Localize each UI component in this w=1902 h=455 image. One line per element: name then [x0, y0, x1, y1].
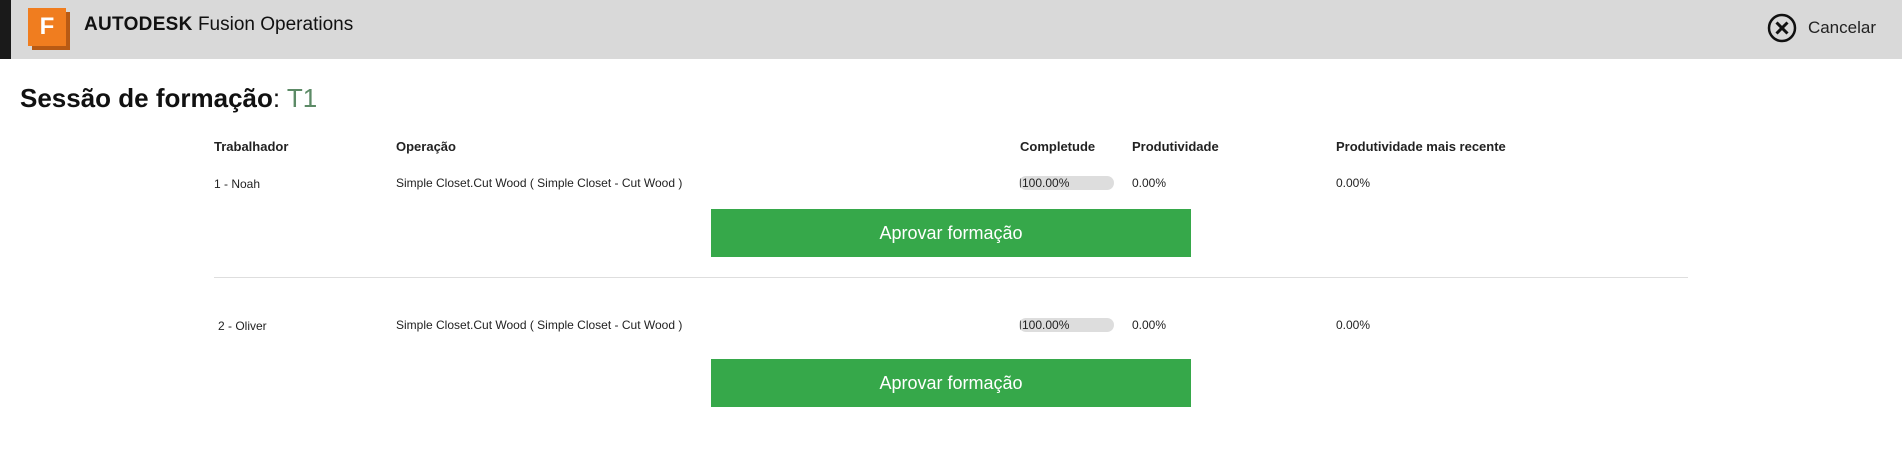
- row-recent-productivity: 0.00%: [1336, 318, 1371, 332]
- column-header-productivity: Produtividade: [1132, 139, 1219, 154]
- row-worker: 2 - Oliver: [218, 319, 267, 333]
- window-edge: [0, 0, 11, 59]
- row-recent-productivity: 0.00%: [1336, 176, 1371, 190]
- brand-product: Fusion Operations: [192, 14, 354, 35]
- row-productivity: 0.00%: [1132, 318, 1167, 332]
- approve-training-button[interactable]: Aprovar formação: [711, 209, 1191, 257]
- completeness-progress-bar: 100.00%: [1019, 176, 1114, 190]
- column-header-recent-productivity: Produtividade mais recente: [1336, 139, 1506, 154]
- row-operation: Simple Closet.Cut Wood ( Simple Closet -…: [396, 176, 683, 190]
- cancel-button[interactable]: Cancelar: [1766, 13, 1876, 43]
- approve-training-button[interactable]: Aprovar formação: [711, 359, 1191, 407]
- completeness-progress-bar: 100.00%: [1019, 318, 1114, 332]
- row-divider: [214, 277, 1688, 278]
- brand-autodesk: AUTODESK: [84, 14, 193, 35]
- column-header-completeness: Completude: [1020, 139, 1096, 154]
- cancel-label: Cancelar: [1807, 18, 1876, 37]
- column-header-operation: Operação: [396, 139, 456, 154]
- page-title: Sessão de formação: T1: [20, 83, 318, 113]
- row-productivity: 0.00%: [1132, 176, 1167, 190]
- column-header-worker: Trabalhador: [214, 139, 289, 154]
- fusion-logo-icon: F: [28, 8, 70, 50]
- progress-text: 100.00%: [1020, 318, 1070, 332]
- row-operation: Simple Closet.Cut Wood ( Simple Closet -…: [396, 318, 683, 332]
- row-worker: 1 - Noah: [214, 177, 261, 191]
- progress-text: 100.00%: [1020, 176, 1070, 190]
- top-bar: F AUTODESK Fusion Operations Cancelar: [0, 0, 1902, 59]
- session-name: T1: [286, 83, 318, 113]
- close-circle-icon: [1767, 13, 1797, 43]
- page-title-text: Sessão de formação: [20, 83, 273, 113]
- app-brand: AUTODESK Fusion Operations: [84, 13, 353, 37]
